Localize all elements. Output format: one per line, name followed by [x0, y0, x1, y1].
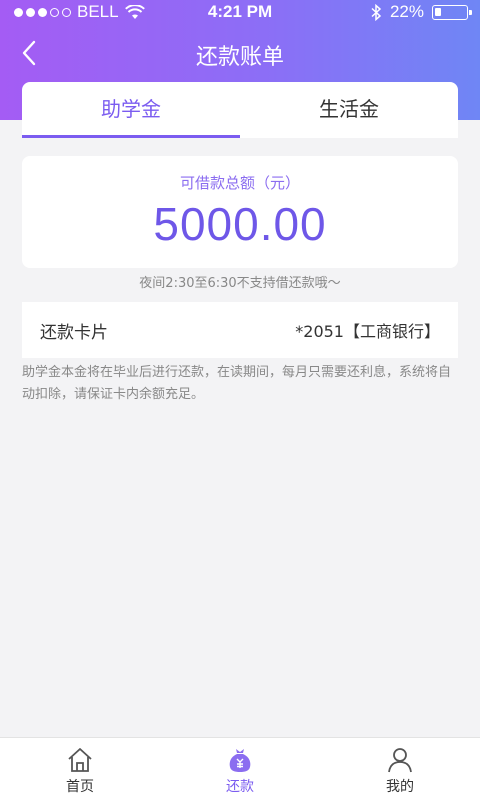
amount-label: 可借款总额（元）	[179, 174, 300, 192]
home-icon	[68, 748, 92, 772]
service-hours-notice: 夜间2:30至6:30不支持借还款哦～	[139, 276, 341, 291]
tabbar-item-repay[interactable]: 还款	[160, 738, 320, 800]
tabbar-label-repay: 还款	[226, 779, 254, 795]
battery-icon	[432, 4, 472, 20]
tabbar-label-home: 首页	[66, 779, 94, 795]
bottom-tab-bar: 首页 还款 我的	[0, 737, 480, 800]
amount-card: 可借款总额（元） 5000.00	[22, 156, 458, 268]
tab-living-fund[interactable]: 生活金	[240, 82, 458, 138]
battery-level	[435, 7, 441, 16]
money-bag-icon	[229, 749, 251, 772]
status-bar: BELL 4:21 PM 22%	[0, 0, 480, 26]
user-icon	[388, 748, 412, 773]
battery-percent: 22%	[389, 2, 424, 21]
bluetooth-icon	[371, 3, 382, 21]
page-title: 还款账单	[195, 45, 284, 70]
loan-type-tabs: 助学金 生活金	[22, 82, 458, 138]
tabbar-item-home[interactable]: 首页	[0, 738, 160, 800]
repayment-description: 助学金本金将在毕业后进行还款，在读期间，每月只需要还利息，系统将自动扣除，请保证…	[22, 365, 452, 402]
repay-card-label: 还款卡片	[40, 322, 108, 343]
nav-bar: 还款账单	[0, 26, 480, 82]
amount-value: 5000.00	[153, 198, 327, 250]
tabbar-item-mine[interactable]: 我的	[320, 738, 480, 800]
status-right: 22%	[371, 2, 472, 22]
tab-student-aid[interactable]: 助学金	[22, 82, 240, 138]
tabbar-label-mine: 我的	[386, 779, 414, 795]
repay-card-row[interactable]: 还款卡片 *2051【工商银行】	[22, 302, 458, 358]
repay-card-value: *2051【工商银行】	[295, 322, 440, 341]
